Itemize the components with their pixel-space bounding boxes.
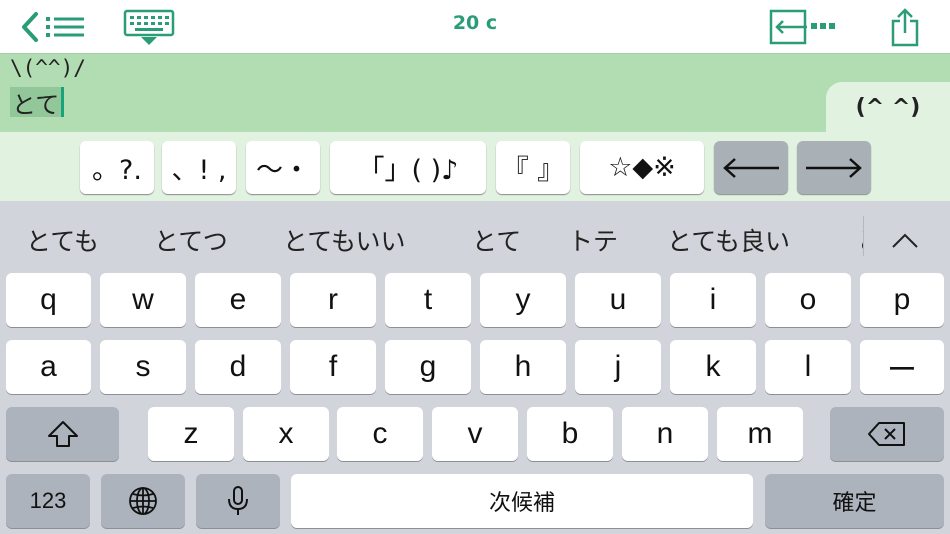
- arrow-right-icon: [806, 157, 862, 178]
- cursor-left-key[interactable]: [714, 141, 788, 194]
- candidate-item[interactable]: とても: [26, 220, 99, 260]
- symbol-key-double-brackets[interactable]: 『 』: [496, 141, 570, 194]
- numbers-key[interactable]: 123: [6, 474, 90, 528]
- export-text-button[interactable]: [768, 6, 842, 48]
- key-e[interactable]: e: [195, 273, 281, 327]
- key-y[interactable]: y: [480, 273, 566, 327]
- key-q[interactable]: q: [6, 273, 91, 327]
- microphone-icon: [228, 486, 248, 515]
- shift-icon: [47, 421, 78, 447]
- key-r[interactable]: r: [290, 273, 376, 327]
- key-n[interactable]: n: [622, 407, 708, 461]
- share-button[interactable]: [888, 6, 922, 48]
- key-z[interactable]: z: [148, 407, 234, 461]
- dictation-key[interactable]: [196, 474, 280, 528]
- candidate-item[interactable]: とてつ: [154, 220, 228, 260]
- symbol-bar: 。?. 、! , 〜・ 「」( )♪ 『 』 ☆◆※: [0, 132, 950, 201]
- cursor-right-key[interactable]: [797, 141, 871, 194]
- editor-line-1: \(^^)/: [10, 56, 86, 80]
- delete-key[interactable]: [830, 407, 944, 461]
- key-c[interactable]: c: [337, 407, 423, 461]
- backspace-icon: [868, 422, 905, 446]
- key-k[interactable]: k: [670, 340, 756, 394]
- symbol-key-tilde[interactable]: 〜・: [246, 141, 320, 194]
- key-u[interactable]: u: [575, 273, 661, 327]
- key-t[interactable]: t: [385, 273, 471, 327]
- candidate-item[interactable]: トテ: [568, 220, 618, 260]
- candidate-divider: [863, 216, 864, 256]
- key-p[interactable]: p: [860, 273, 944, 327]
- symbol-key-brackets[interactable]: 「」( )♪: [330, 141, 486, 194]
- export-text-icon: [769, 9, 835, 45]
- space-next-candidate-key[interactable]: 次候補: [291, 474, 753, 528]
- key-j[interactable]: j: [575, 340, 661, 394]
- share-icon: [891, 8, 919, 47]
- editor-line-2: とて: [10, 86, 65, 119]
- key-i[interactable]: i: [670, 273, 756, 327]
- list-icon: [46, 17, 84, 37]
- candidate-item[interactable]: とてもいい: [283, 220, 406, 260]
- globe-key[interactable]: [101, 474, 185, 528]
- symbol-key-stars[interactable]: ☆◆※: [580, 141, 704, 194]
- confirm-key[interactable]: 確定: [765, 474, 944, 528]
- key-f[interactable]: f: [290, 340, 376, 394]
- character-count: 20 c: [452, 12, 498, 34]
- key-d[interactable]: d: [195, 340, 281, 394]
- keyboard-icon: [123, 9, 175, 45]
- key-g[interactable]: g: [385, 340, 471, 394]
- chevron-left-icon: [22, 12, 84, 42]
- kaomoji-tab[interactable]: (^ ^): [826, 82, 950, 132]
- arrow-left-icon: [723, 157, 779, 178]
- keyboard: とても とてつ とてもいい とて トテ とても良い と q w e r t y …: [0, 201, 950, 534]
- symbol-key-period[interactable]: 。?.: [80, 141, 154, 194]
- key-v[interactable]: v: [432, 407, 518, 461]
- back-list-button[interactable]: [18, 6, 88, 48]
- marked-text: とて: [10, 87, 62, 119]
- key-s[interactable]: s: [100, 340, 186, 394]
- candidate-item[interactable]: とても良い: [667, 220, 790, 260]
- key-h[interactable]: h: [480, 340, 566, 394]
- key-b[interactable]: b: [527, 407, 613, 461]
- key-long-vowel[interactable]: ー: [860, 340, 944, 394]
- key-w[interactable]: w: [100, 273, 186, 327]
- key-x[interactable]: x: [243, 407, 329, 461]
- key-l[interactable]: l: [765, 340, 851, 394]
- expand-candidates-button[interactable]: [885, 223, 925, 259]
- globe-icon: [129, 487, 157, 515]
- text-cursor: [61, 87, 65, 117]
- key-o[interactable]: o: [765, 273, 851, 327]
- key-a[interactable]: a: [6, 340, 91, 394]
- chevron-up-icon: [892, 233, 918, 248]
- shift-key[interactable]: [6, 407, 119, 461]
- key-m[interactable]: m: [717, 407, 803, 461]
- top-toolbar: 20 c: [0, 0, 950, 54]
- symbol-key-comma[interactable]: 、! ,: [162, 141, 236, 194]
- keyboard-toggle-button[interactable]: [122, 6, 176, 48]
- candidate-item[interactable]: とて: [472, 220, 521, 260]
- text-editor[interactable]: \(^^)/ とて (^ ^): [0, 54, 950, 132]
